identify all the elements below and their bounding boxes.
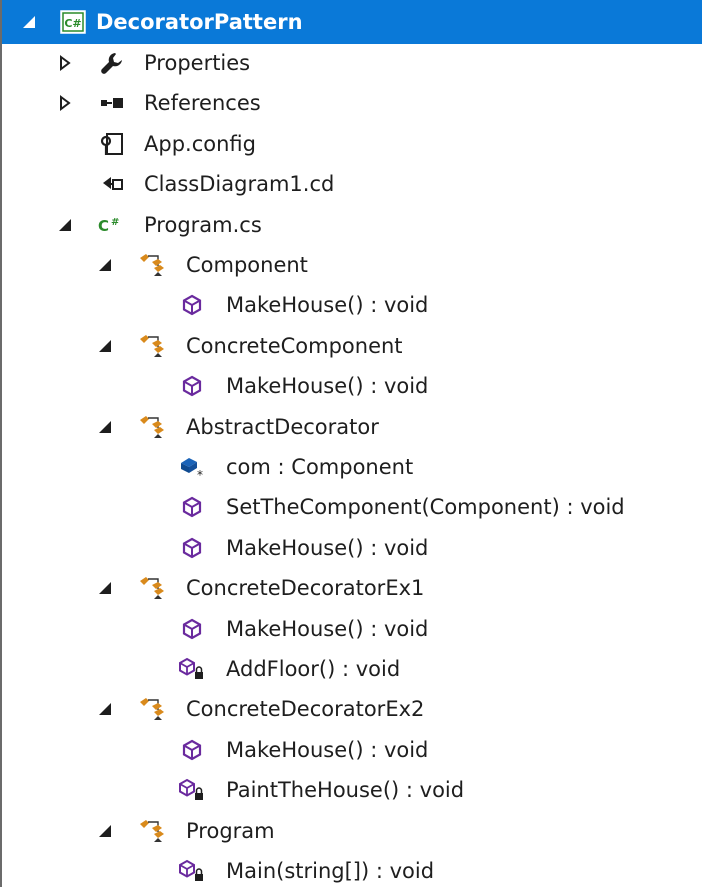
svg-text:C: C bbox=[98, 217, 109, 235]
private-method-icon bbox=[178, 858, 206, 884]
tree-item-member[interactable]: SetTheComponent(Component) : void bbox=[2, 487, 702, 527]
config-file-icon bbox=[98, 131, 126, 157]
item-label: Main(string[]) : void bbox=[226, 859, 435, 883]
class-icon bbox=[138, 575, 168, 601]
tree-item-classdiagram1-cd[interactable]: ClassDiagram1.cd bbox=[2, 164, 702, 204]
protected-field-icon: * bbox=[178, 454, 206, 480]
class-icon bbox=[138, 414, 168, 440]
tree-item-class-abstractdecorator[interactable]: AbstractDecorator bbox=[2, 407, 702, 447]
tree-item-class-concretecomponent[interactable]: ConcreteComponent bbox=[2, 326, 702, 366]
item-label: References bbox=[144, 91, 261, 116]
item-label: MakeHouse() : void bbox=[226, 374, 429, 399]
svg-text:C#: C# bbox=[64, 17, 81, 30]
wrench-icon bbox=[98, 50, 126, 76]
expanded-arrow-icon[interactable] bbox=[96, 579, 114, 597]
class-icon bbox=[138, 252, 168, 278]
item-label: PaintTheHouse() : void bbox=[226, 778, 465, 803]
collapsed-arrow-icon[interactable] bbox=[56, 54, 74, 72]
tree-item-member[interactable]: AddFloor() : void bbox=[2, 649, 702, 689]
tree-item-properties[interactable]: Properties bbox=[2, 43, 702, 83]
tree-item-member[interactable]: Main(string[]) : void bbox=[2, 851, 702, 891]
tree-item-member[interactable]: MakeHouse() : void bbox=[2, 528, 702, 568]
item-label: App.config bbox=[144, 131, 256, 156]
item-label: ClassDiagram1.cd bbox=[144, 172, 335, 197]
method-icon bbox=[178, 616, 206, 642]
item-label: MakeHouse() : void bbox=[226, 535, 429, 560]
private-method-icon bbox=[178, 777, 206, 803]
expanded-arrow-icon[interactable] bbox=[20, 13, 38, 31]
item-label: AddFloor() : void bbox=[226, 657, 401, 681]
expanded-arrow-icon[interactable] bbox=[96, 337, 114, 355]
method-icon bbox=[178, 292, 206, 318]
tree-item-program-cs[interactable]: C # Program.cs bbox=[2, 205, 702, 245]
private-method-icon bbox=[178, 656, 206, 682]
csharp-project-icon: C# bbox=[60, 9, 86, 35]
csharp-file-icon: C # bbox=[98, 212, 126, 238]
tree-item-project[interactable]: C# DecoratorPattern bbox=[2, 0, 702, 44]
item-label: DecoratorPattern bbox=[96, 10, 303, 34]
tree-item-class-program[interactable]: Program bbox=[2, 811, 702, 851]
method-icon bbox=[178, 373, 206, 399]
item-label: MakeHouse() : void bbox=[226, 616, 429, 641]
class-diagram-icon bbox=[98, 171, 126, 197]
tree-item-class-concretedecoratorex1[interactable]: ConcreteDecoratorEx1 bbox=[2, 568, 702, 608]
tree-item-class-component[interactable]: Component bbox=[2, 245, 702, 285]
expanded-arrow-icon[interactable] bbox=[96, 256, 114, 274]
method-icon bbox=[178, 535, 206, 561]
expanded-arrow-icon[interactable] bbox=[96, 700, 114, 718]
item-label: AbstractDecorator bbox=[186, 414, 379, 439]
item-label: SetTheComponent(Component) : void bbox=[226, 495, 625, 520]
item-label: ConcreteComponent bbox=[186, 333, 403, 358]
expanded-arrow-icon[interactable] bbox=[56, 216, 74, 234]
item-label: MakeHouse() : void bbox=[226, 737, 429, 762]
solution-explorer-tree: C# DecoratorPattern Properties References Ap… bbox=[0, 0, 702, 887]
item-label: ConcreteDecoratorEx2 bbox=[186, 697, 425, 722]
tree-item-member[interactable]: * com : Component bbox=[2, 447, 702, 487]
tree-item-member[interactable]: MakeHouse() : void bbox=[2, 730, 702, 770]
item-label: ConcreteDecoratorEx1 bbox=[186, 576, 425, 601]
tree-item-member[interactable]: MakeHouse() : void bbox=[2, 609, 702, 649]
svg-text:*: * bbox=[197, 468, 203, 480]
svg-text:#: # bbox=[111, 217, 119, 228]
item-label: com : Component bbox=[226, 455, 414, 479]
item-label: Program bbox=[186, 818, 275, 843]
expanded-arrow-icon[interactable] bbox=[96, 418, 114, 436]
item-label: Component bbox=[186, 253, 308, 277]
references-icon bbox=[98, 90, 126, 116]
method-icon bbox=[178, 494, 206, 520]
expanded-arrow-icon[interactable] bbox=[96, 822, 114, 840]
tree-item-member[interactable]: MakeHouse() : void bbox=[2, 366, 702, 406]
class-icon bbox=[138, 696, 168, 722]
collapsed-arrow-icon[interactable] bbox=[56, 94, 74, 112]
item-label: Program.cs bbox=[144, 212, 262, 237]
tree-item-app-config[interactable]: App.config bbox=[2, 124, 702, 164]
item-label: Properties bbox=[144, 51, 251, 75]
item-label: MakeHouse() : void bbox=[226, 293, 429, 318]
tree-item-class-concretedecoratorex2[interactable]: ConcreteDecoratorEx2 bbox=[2, 689, 702, 729]
class-icon bbox=[138, 818, 168, 844]
tree-item-member[interactable]: MakeHouse() : void bbox=[2, 285, 702, 325]
tree-item-member[interactable]: PaintTheHouse() : void bbox=[2, 770, 702, 810]
tree-item-references[interactable]: References bbox=[2, 83, 702, 123]
method-icon bbox=[178, 737, 206, 763]
class-icon bbox=[138, 333, 168, 359]
